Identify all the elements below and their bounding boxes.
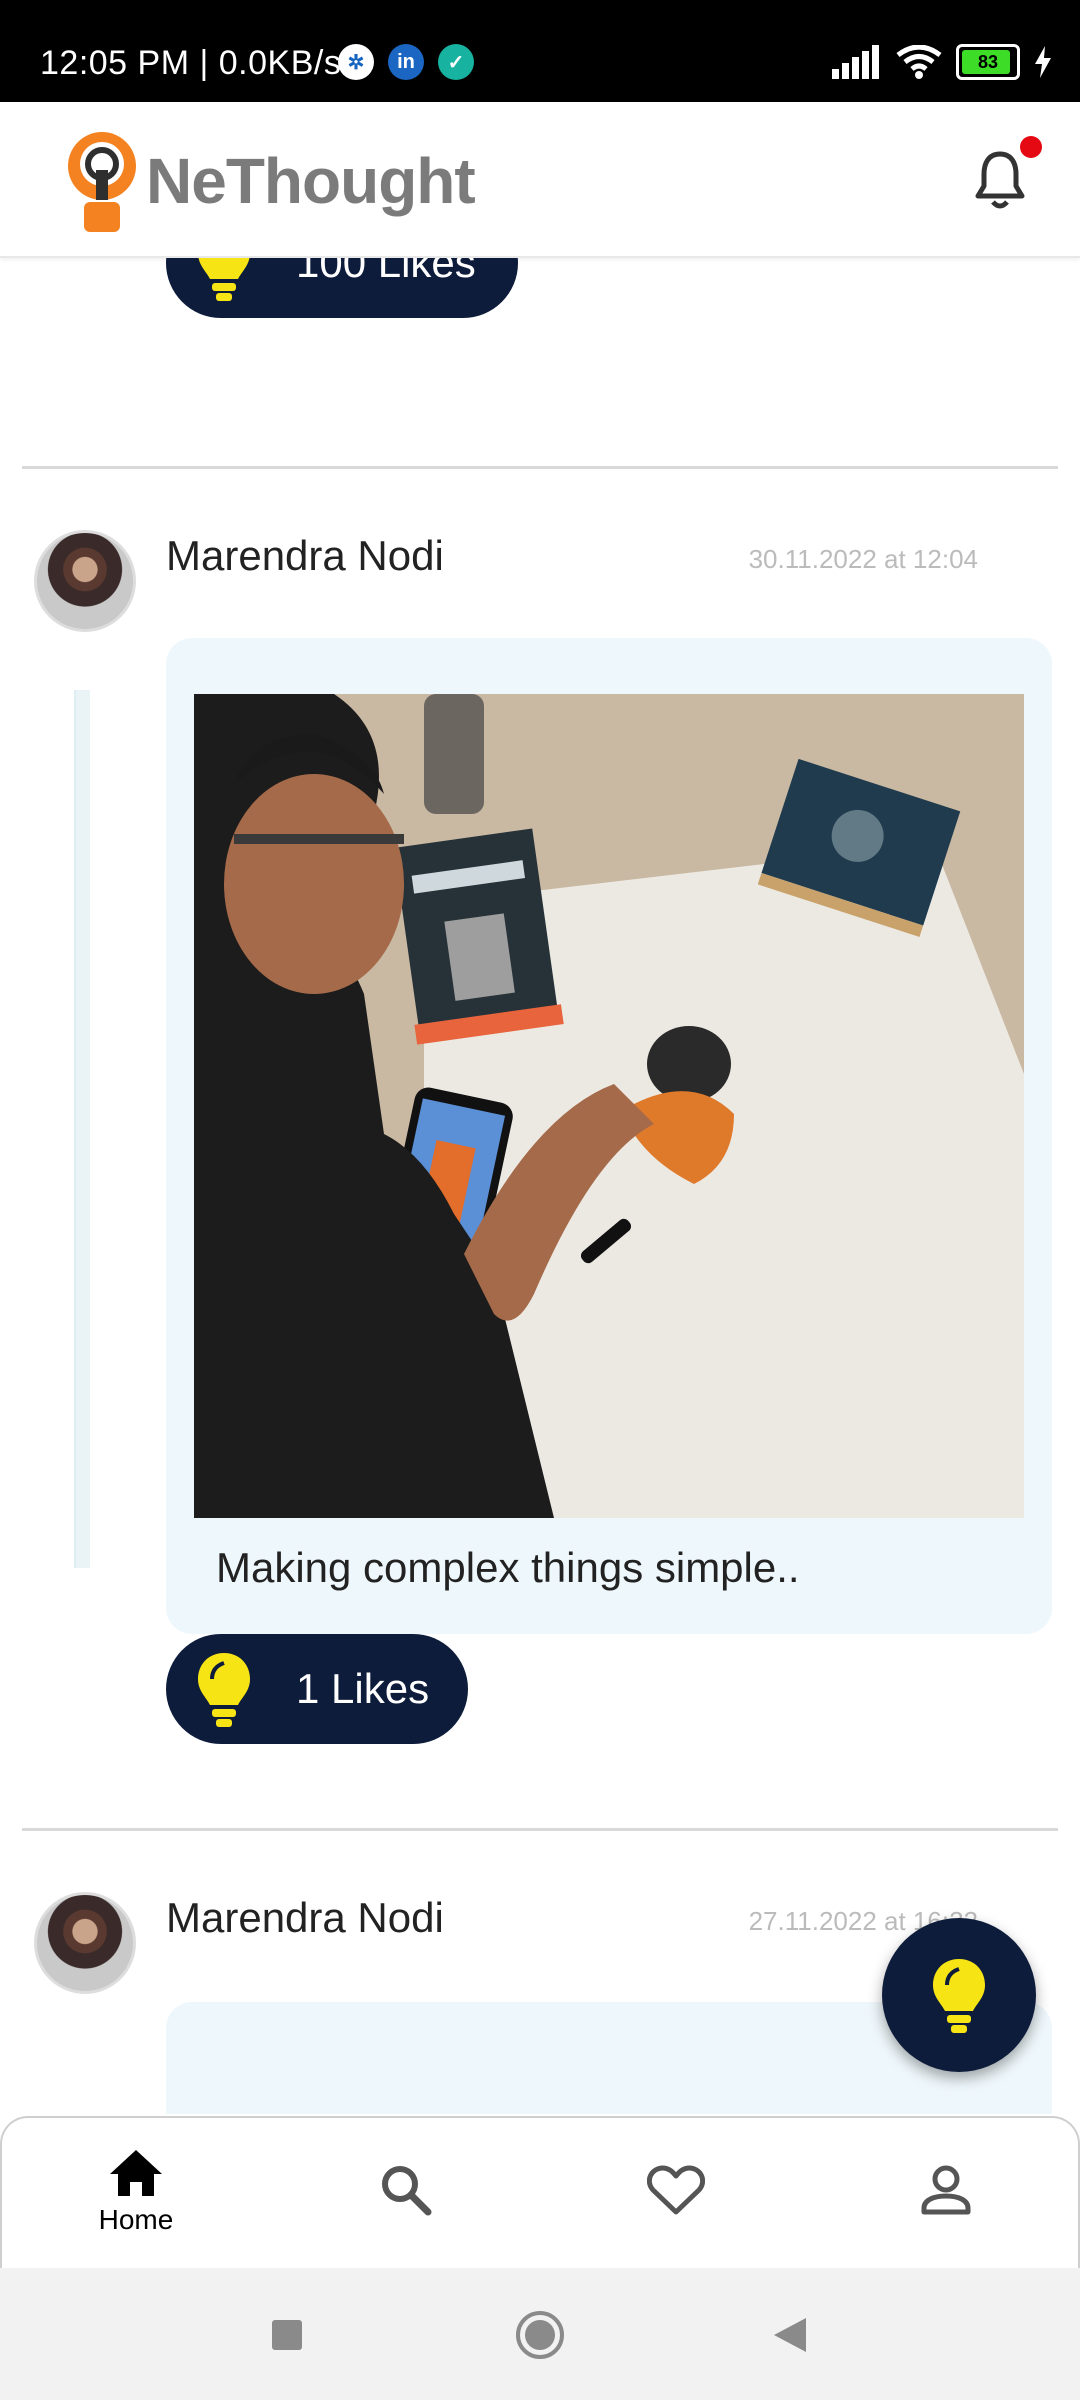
- avatar[interactable]: [34, 530, 136, 632]
- post-date: 30.11.2022 at 12:04: [748, 544, 978, 574]
- app-logo[interactable]: NeThought: [62, 124, 476, 238]
- app-header: NeThought: [0, 102, 1080, 258]
- post-divider: [22, 1828, 1058, 1831]
- logo-bulb-icon: [68, 132, 136, 232]
- bulb-icon: [198, 258, 250, 301]
- charging-icon: [1035, 46, 1051, 78]
- battery-level: 83: [977, 51, 999, 72]
- post-caption: Making complex things simple..: [216, 1544, 800, 1591]
- profile-icon: [921, 2165, 971, 2215]
- app-icon: ✓: [438, 44, 474, 80]
- battery-indicator: 83: [956, 44, 1020, 80]
- settings-icon: ✲: [338, 44, 374, 80]
- nav-profile[interactable]: [886, 2164, 1006, 2216]
- new-thought-button[interactable]: [882, 1918, 1036, 2072]
- bottom-nav: Home: [0, 2116, 1080, 2268]
- like-count: 100 Likes: [296, 258, 476, 286]
- heart-icon: [647, 2165, 705, 2215]
- nav-home-label: Home: [98, 2204, 174, 2235]
- notification-icons: ✲ in ✓: [338, 44, 474, 80]
- home-button-icon[interactable]: [515, 2310, 565, 2360]
- wifi-icon: [896, 45, 942, 79]
- recents-icon[interactable]: [270, 2318, 304, 2352]
- status-time-speed: 12:05 PM | 0.0KB/s: [40, 44, 342, 82]
- post-author[interactable]: Marendra Nodi: [166, 532, 444, 580]
- avatar[interactable]: [34, 1892, 136, 1994]
- system-nav-bar: [0, 2268, 1080, 2400]
- feed[interactable]: 100 Likes Marendra Nodi 30.11.2022 at 12…: [0, 258, 1080, 2114]
- nav-favorites[interactable]: [616, 2164, 736, 2216]
- nav-search[interactable]: [346, 2164, 466, 2216]
- signal-icon: [832, 45, 879, 79]
- back-icon[interactable]: [772, 2316, 808, 2354]
- status-bar: 12:05 PM | 0.0KB/s ✲ in ✓ 83: [0, 0, 1080, 102]
- post-author[interactable]: Marendra Nodi: [166, 1894, 444, 1942]
- linkedin-icon: in: [388, 44, 424, 80]
- nav-home[interactable]: Home: [76, 2148, 196, 2236]
- thread-line: [74, 690, 90, 1568]
- bulb-icon: [933, 1959, 985, 2033]
- logo-text: NeThought: [146, 145, 476, 217]
- post-image[interactable]: [194, 694, 1024, 1518]
- like-count: 1 Likes: [296, 1665, 430, 1712]
- like-button[interactable]: 1 Likes: [166, 1634, 468, 1744]
- like-button[interactable]: 100 Likes: [166, 258, 518, 318]
- bell-icon: [975, 151, 1025, 209]
- search-icon: [382, 2166, 432, 2216]
- home-icon: [110, 2150, 162, 2196]
- post-card[interactable]: Making complex things simple..: [166, 638, 1052, 1634]
- post-divider: [22, 466, 1058, 469]
- status-right: 83: [832, 44, 1052, 80]
- notification-dot: [1020, 136, 1042, 158]
- bulb-icon: [198, 1653, 250, 1727]
- post-photo: [194, 694, 1024, 1518]
- notification-bell-button[interactable]: [970, 136, 1042, 212]
